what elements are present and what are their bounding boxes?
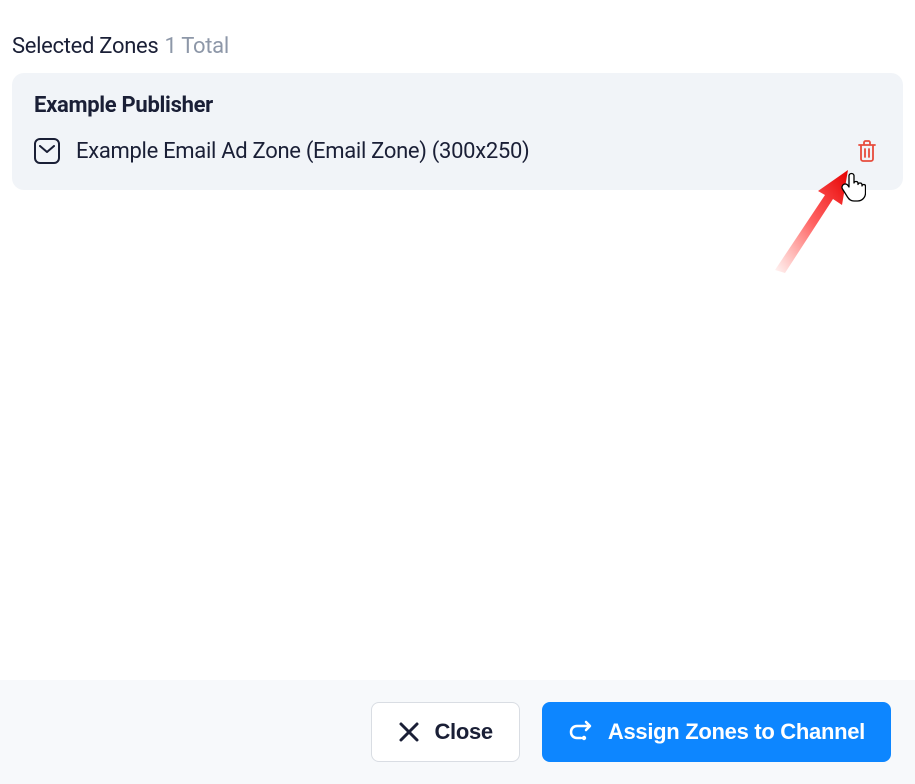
publisher-name: Example Publisher — [34, 93, 881, 118]
footer: Close Assign Zones to Channel — [0, 680, 915, 784]
zone-name: Example Email Ad Zone (Email Zone) (300x… — [76, 139, 837, 164]
email-icon — [34, 138, 60, 164]
zone-card: Example Publisher Example Email Ad Zone … — [12, 73, 903, 190]
redo-icon — [568, 719, 594, 745]
header-count: 1 Total — [164, 34, 228, 59]
header-title: Selected Zones — [12, 34, 158, 59]
delete-button[interactable] — [853, 136, 881, 166]
assign-button-label: Assign Zones to Channel — [608, 719, 865, 745]
close-button[interactable]: Close — [371, 702, 519, 762]
header: Selected Zones 1 Total — [12, 34, 903, 59]
trash-icon — [857, 140, 877, 162]
zone-item: Example Email Ad Zone (Email Zone) (300x… — [34, 136, 881, 166]
main-content: Selected Zones 1 Total Example Publisher… — [0, 0, 915, 200]
assign-button[interactable]: Assign Zones to Channel — [542, 702, 891, 762]
close-icon — [398, 721, 420, 743]
close-button-label: Close — [434, 719, 492, 745]
